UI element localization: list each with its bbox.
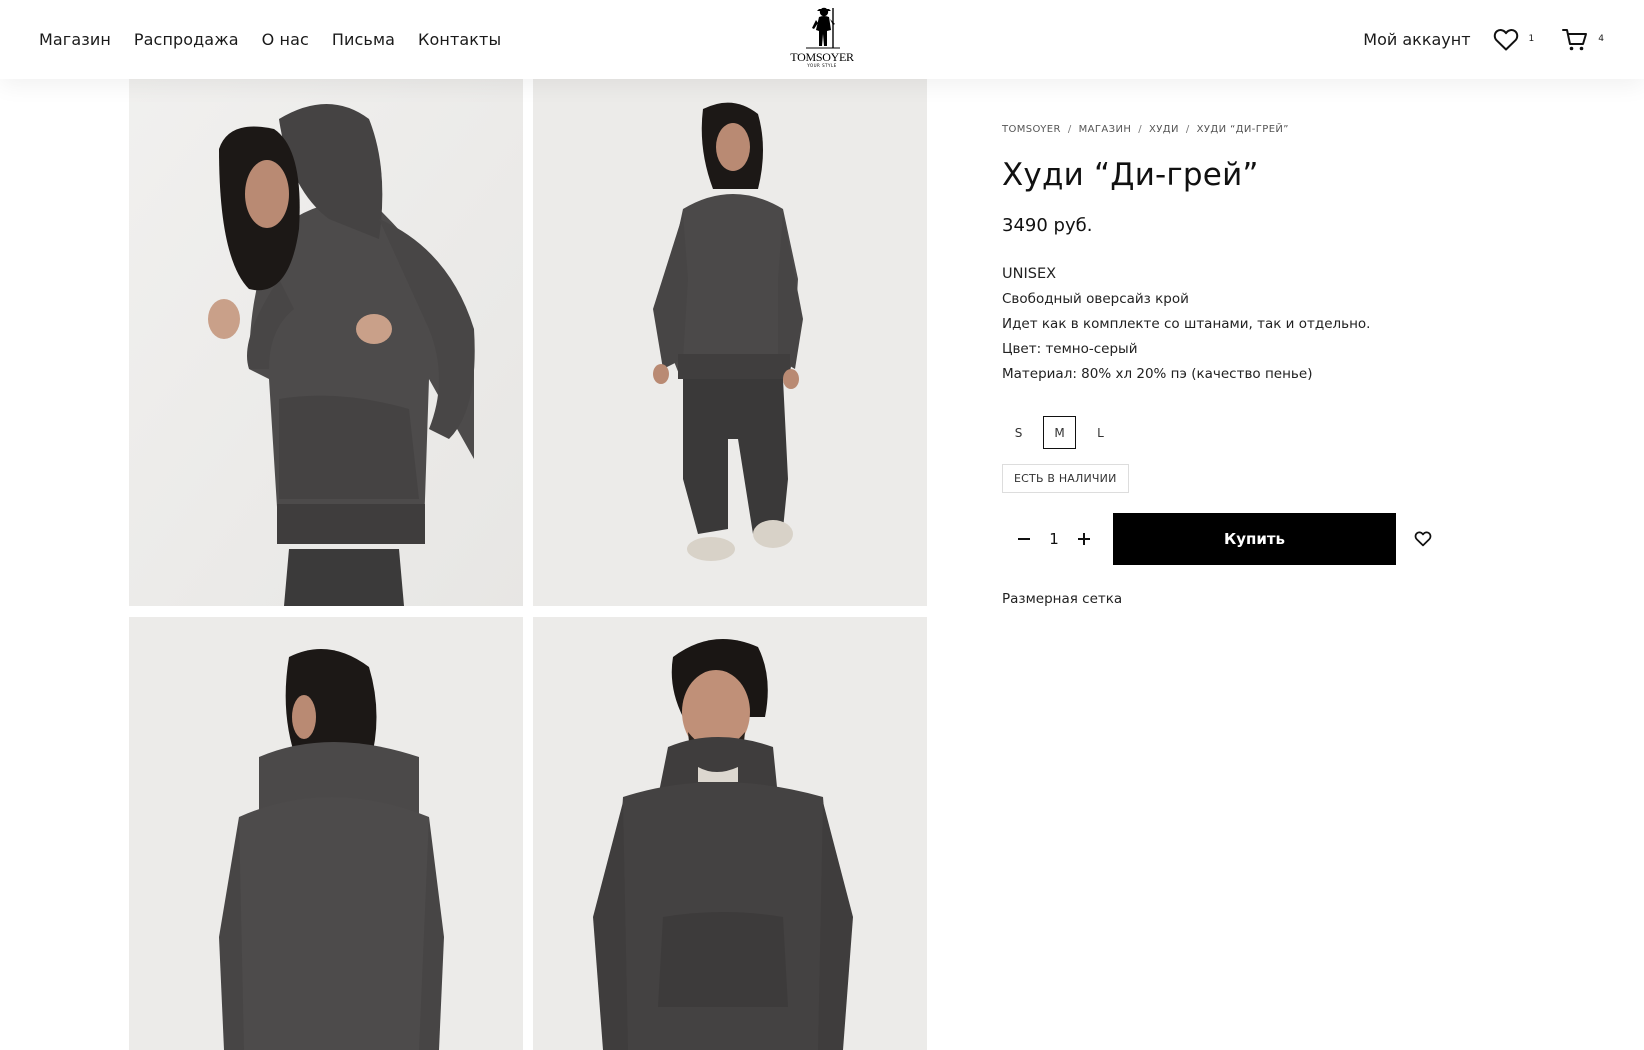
buy-button[interactable]: Купить [1113, 513, 1396, 565]
wishlist-count: 1 [1528, 33, 1535, 44]
wishlist-button[interactable]: 1 [1493, 28, 1535, 52]
cart-count: 4 [1598, 33, 1604, 44]
size-option-m[interactable]: M [1043, 416, 1076, 449]
breadcrumb-separator: / [1067, 124, 1072, 135]
nav-contacts[interactable]: Контакты [418, 30, 501, 49]
logo-figure-icon [806, 7, 840, 49]
product-photo-1[interactable] [129, 79, 523, 606]
size-chart-link[interactable]: Размерная сетка [1002, 591, 1122, 607]
breadcrumb-current: ХУДИ “ДИ-ГРЕЙ” [1196, 124, 1289, 135]
my-account-link[interactable]: Мой аккаунт [1363, 30, 1470, 49]
breadcrumb-separator: / [1138, 124, 1143, 135]
logo-wordmark: TOMSOYER [790, 50, 854, 64]
breadcrumb-shop[interactable]: МАГАЗИН [1079, 124, 1132, 135]
site-logo[interactable]: TOMSOYER YOUR STYLE [786, 6, 858, 74]
heart-icon [1414, 531, 1432, 547]
breadcrumb-separator: / [1185, 124, 1190, 135]
breadcrumb-category[interactable]: ХУДИ [1149, 124, 1179, 135]
product-title: Худи “Ди-грей” [1002, 157, 1259, 193]
cart-button[interactable]: 4 [1562, 28, 1604, 52]
breadcrumb-home[interactable]: TOMSOYER [1002, 124, 1061, 135]
stock-status-badge: ЕСТЬ В НАЛИЧИИ [1002, 464, 1129, 493]
quantity-stepper: 1 [1002, 530, 1098, 548]
quantity-decrease-button[interactable] [1016, 531, 1032, 547]
size-option-s[interactable]: S [1002, 416, 1035, 449]
product-price: 3490 руб. [1002, 215, 1093, 236]
description-line: Цвет: темно-серый [1002, 341, 1138, 357]
site-header: Магазин Распродажа О нас Письма Контакты… [0, 0, 1644, 79]
description-line: UNISEX [1002, 266, 1057, 282]
main-nav: Магазин Распродажа О нас Письма Контакты [39, 0, 501, 79]
product-info: TOMSOYER / МАГАЗИН / ХУДИ / ХУДИ “ДИ-ГРЕ… [1002, 124, 1562, 607]
nav-sale[interactable]: Распродажа [134, 30, 239, 49]
product-photo-2[interactable] [533, 79, 927, 606]
purchase-row: 1 Купить [1002, 513, 1562, 565]
cart-icon [1562, 28, 1588, 50]
description-line: Материал: 80% хл 20% пэ (качество пенье) [1002, 366, 1313, 382]
heart-icon [1493, 28, 1518, 50]
size-selector: S M L [1002, 416, 1562, 449]
header-actions: Мой аккаунт 1 4 [1363, 0, 1604, 79]
add-to-wishlist-button[interactable] [1414, 531, 1432, 547]
size-option-l[interactable]: L [1084, 416, 1117, 449]
product-description: UNISEX Свободный оверсайз крой Идет как … [1002, 262, 1562, 387]
description-line: Идет как в комплекте со штанами, так и о… [1002, 316, 1371, 332]
product-photo-4[interactable] [533, 617, 927, 1050]
quantity-value[interactable]: 1 [1049, 530, 1059, 548]
quantity-increase-button[interactable] [1076, 531, 1092, 547]
nav-letters[interactable]: Письма [332, 30, 395, 49]
product-photo-3[interactable] [129, 617, 523, 1050]
nav-about[interactable]: О нас [262, 30, 309, 49]
nav-shop[interactable]: Магазин [39, 30, 111, 49]
logo-tagline: YOUR STYLE [807, 63, 837, 68]
description-line: Свободный оверсайз крой [1002, 291, 1189, 307]
breadcrumb: TOMSOYER / МАГАЗИН / ХУДИ / ХУДИ “ДИ-ГРЕ… [1002, 124, 1562, 135]
